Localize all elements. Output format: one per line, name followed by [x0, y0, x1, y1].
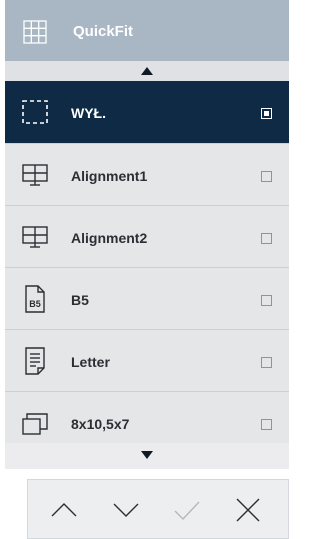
list-item-b5[interactable]: B5 B5 [5, 267, 289, 329]
down-button[interactable] [110, 494, 142, 526]
quickfit-menu-panel: QuickFit WYŁ. Alignment1 Alignment2 B5 B… [5, 0, 289, 469]
scroll-down-arrow[interactable] [5, 443, 289, 469]
list-item-label: B5 [71, 292, 89, 308]
bottom-toolbar [27, 479, 289, 539]
list-item-label: WYŁ. [71, 105, 106, 121]
list-item-label: Alignment1 [71, 168, 148, 184]
checkbox-checked[interactable] [261, 108, 272, 119]
list-item-alignment2[interactable]: Alignment2 [5, 205, 289, 267]
checkbox[interactable] [261, 233, 272, 244]
dashed-frame-icon [22, 100, 48, 124]
checkbox[interactable] [261, 295, 272, 306]
list-item-label: 8x10,5x7 [71, 416, 130, 432]
list-item-letter[interactable]: Letter [5, 329, 289, 391]
close-icon [236, 498, 260, 522]
list-item-off[interactable]: WYŁ. [5, 81, 289, 143]
down-chevron-icon [113, 503, 139, 517]
confirm-button[interactable] [171, 494, 203, 526]
checkbox[interactable] [261, 419, 272, 430]
list-item-label: Alignment2 [71, 230, 148, 246]
close-button[interactable] [232, 494, 264, 526]
menu-title: QuickFit [73, 23, 134, 40]
list-item-alignment1[interactable]: Alignment1 [5, 143, 289, 205]
scroll-up-arrow[interactable] [5, 61, 289, 81]
triangle-down-icon [141, 451, 153, 459]
b5-icon-text: B5 [29, 299, 41, 309]
up-chevron-icon [51, 503, 77, 517]
grid-icon [23, 20, 47, 44]
monitor-grid-icon [22, 226, 48, 248]
letter-document-icon [25, 347, 45, 375]
monitor-grid-icon [22, 164, 48, 186]
triangle-up-icon [141, 67, 153, 75]
b5-document-icon: B5 [25, 285, 45, 313]
checkbox[interactable] [261, 357, 272, 368]
checkbox[interactable] [261, 171, 272, 182]
list-item-label: Letter [71, 354, 110, 370]
stacked-frames-icon [22, 413, 48, 435]
menu-header: QuickFit [5, 0, 289, 61]
up-button[interactable] [48, 494, 80, 526]
check-icon [174, 501, 200, 521]
